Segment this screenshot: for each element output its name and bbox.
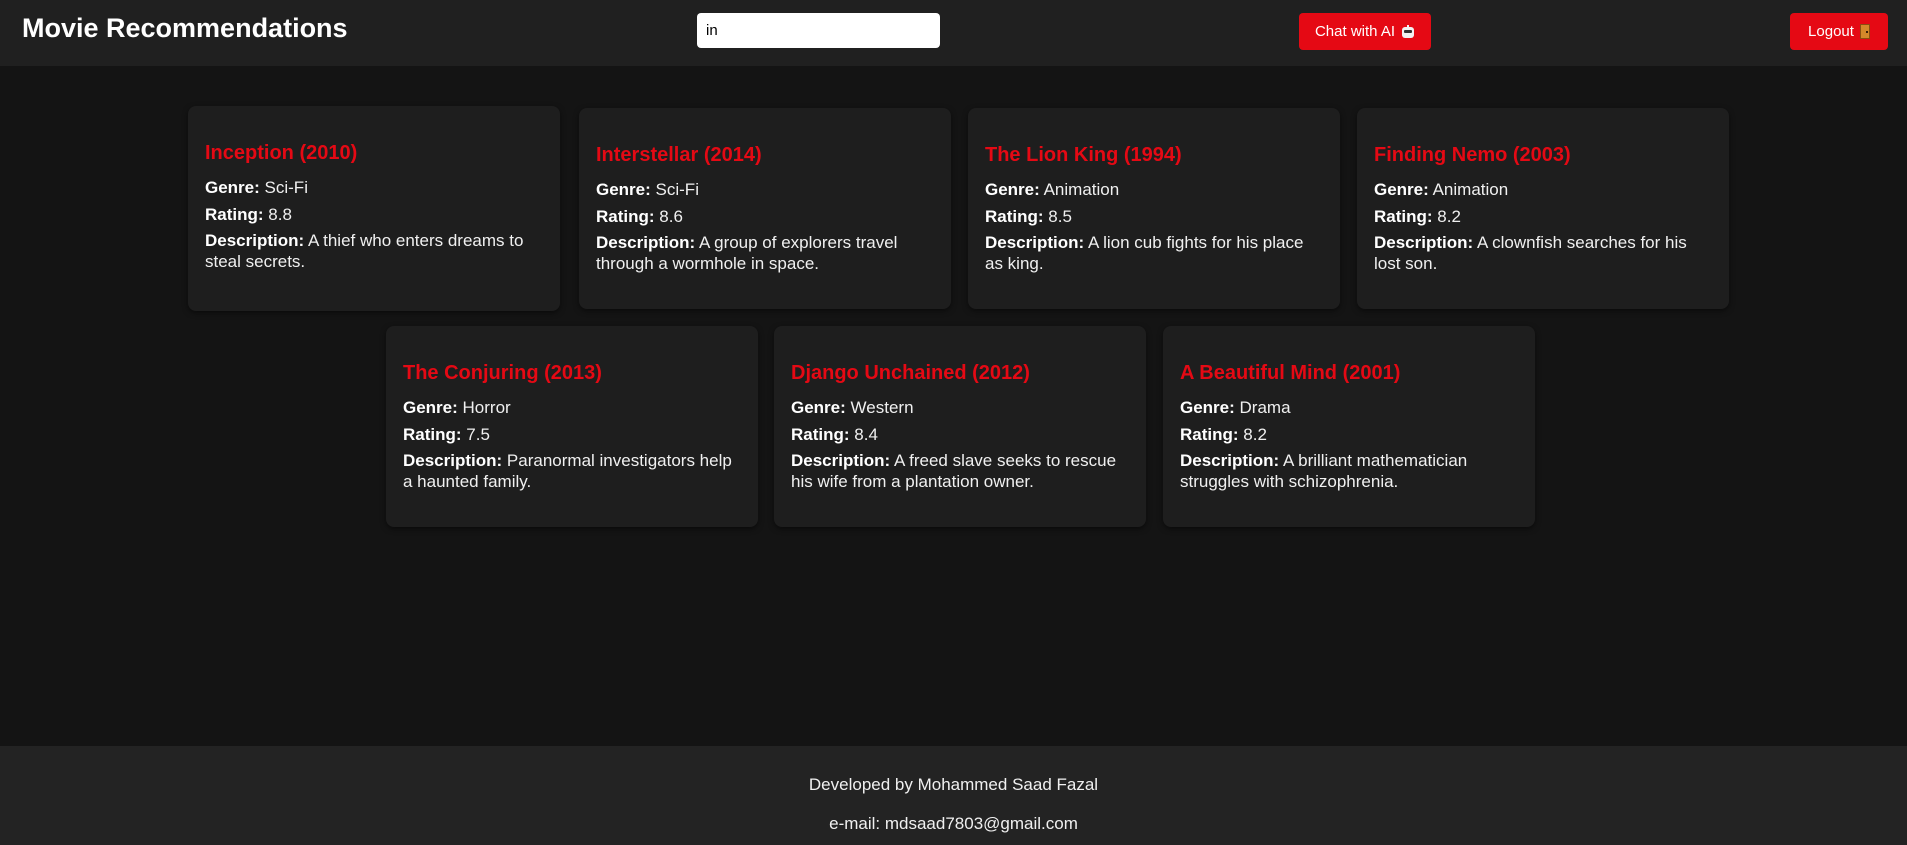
chat-button-label: Chat with AI [1314, 23, 1396, 40]
movie-title: A Beautiful Mind (2001) [1180, 362, 1401, 384]
footer-email: e-mail: mdsaad7803@gmail.com [829, 814, 1078, 833]
chat-with-ai-button[interactable]: Chat with AI [1299, 13, 1431, 50]
movie-rating: Rating: 8.2 [1374, 207, 1461, 226]
app-title: Movie Recommendations [22, 13, 348, 43]
movie-card[interactable]: Interstellar (2014) Genre: Sci-Fi Rating… [579, 108, 951, 309]
movie-description: Description: Paranormal investigators he… [403, 451, 732, 491]
movie-rating: Rating: 8.2 [1180, 425, 1267, 444]
logout-button-label: Logout [1808, 23, 1854, 40]
footer-developer-credit: Developed by Mohammed Saad Fazal [808, 775, 1099, 794]
logout-button[interactable]: Logout [1790, 13, 1888, 50]
movie-genre: Genre: Animation [985, 180, 1120, 199]
movie-description: Description: A freed slave seeks to resc… [791, 451, 1117, 491]
movie-genre: Genre: Drama [1180, 398, 1291, 417]
movie-rating: Rating: 8.6 [596, 207, 683, 226]
movie-rating: Rating: 8.8 [205, 205, 292, 224]
movie-description: Description: A lion cub fights for his p… [985, 233, 1304, 273]
movie-title: Django Unchained (2012) [791, 362, 1030, 384]
movie-description: Description: A thief who enters dreams t… [205, 231, 524, 271]
movie-title: Inception (2010) [205, 142, 358, 164]
movie-rating: Rating: 7.5 [403, 425, 490, 444]
movie-title: Finding Nemo (2003) [1374, 144, 1571, 166]
movie-genre: Genre: Animation [1374, 180, 1509, 199]
movie-card[interactable]: Django Unchained (2012) Genre: Western R… [774, 326, 1146, 527]
movie-description: Description: A brilliant mathematician s… [1180, 451, 1468, 491]
movie-card[interactable]: The Conjuring (2013) Genre: Horror Ratin… [386, 326, 758, 527]
movie-card[interactable]: A Beautiful Mind (2001) Genre: Drama Rat… [1163, 326, 1535, 527]
movie-card[interactable]: Finding Nemo (2003) Genre: Animation Rat… [1357, 108, 1729, 309]
movie-title: The Conjuring (2013) [403, 362, 602, 384]
robot-icon [1401, 24, 1415, 39]
movie-genre: Genre: Sci-Fi [596, 180, 699, 199]
movie-description: Description: A group of explorers travel… [596, 233, 898, 273]
search-input[interactable] [697, 13, 940, 48]
movie-card[interactable]: The Lion King (1994) Genre: Animation Ra… [968, 108, 1340, 309]
footer: Developed by Mohammed Saad Fazal e-mail:… [0, 746, 1907, 845]
movie-title: The Lion King (1994) [985, 144, 1182, 166]
movie-title: Interstellar (2014) [596, 144, 762, 166]
movie-rating: Rating: 8.5 [985, 207, 1072, 226]
movie-description: Description: A clownfish searches for hi… [1374, 233, 1687, 273]
movie-genre: Genre: Western [791, 398, 914, 417]
movie-genre: Genre: Horror [403, 398, 511, 417]
movie-genre: Genre: Sci-Fi [205, 178, 308, 197]
door-icon [1859, 24, 1870, 39]
movie-rating: Rating: 8.4 [791, 425, 878, 444]
top-navbar: Movie Recommendations Chat with AI Logou… [0, 0, 1907, 66]
movie-card[interactable]: Inception (2010) Genre: Sci-Fi Rating: 8… [188, 106, 560, 311]
